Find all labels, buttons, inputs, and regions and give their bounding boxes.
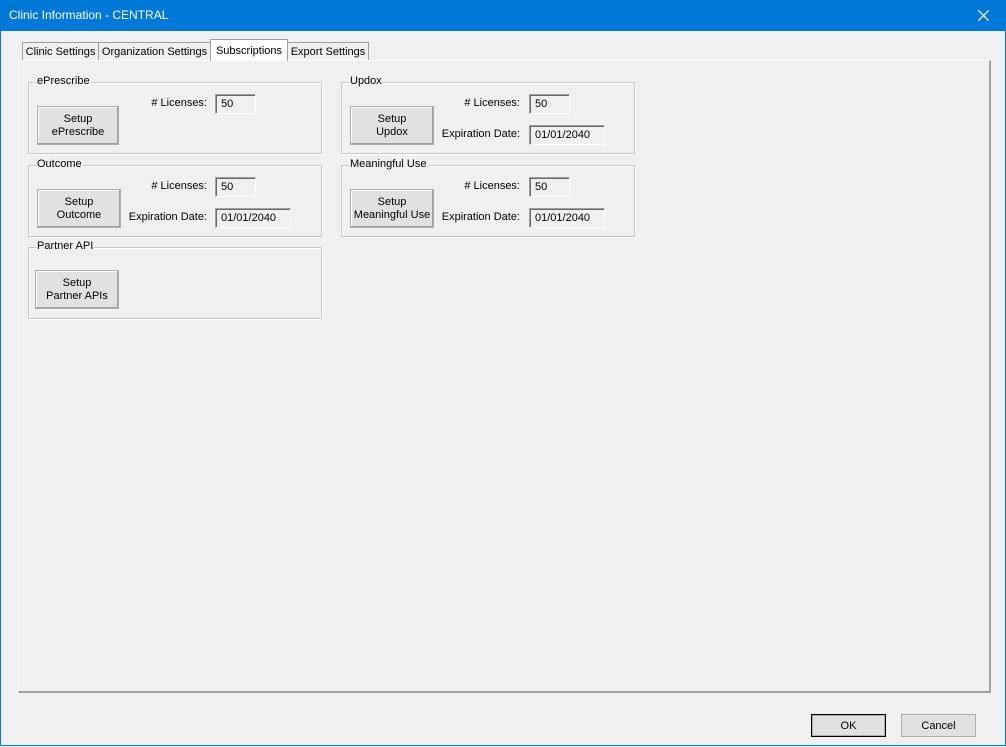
group-title: Partner API [36,240,95,252]
expiration-label: Expiration Date: [128,211,207,223]
ok-button[interactable]: OK [811,714,886,737]
licenses-label: # Licenses: [464,180,520,192]
window-title: Clinic Information - CENTRAL [9,8,169,22]
outcome-group: Outcome Setup Outcome # Licenses: 50 Exp… [28,158,322,237]
subscriptions-panel [18,60,991,693]
tab-clinic-settings[interactable]: Clinic Settings [22,42,99,61]
tab-organization-settings[interactable]: Organization Settings [98,42,211,61]
close-button[interactable] [960,0,1006,31]
licenses-label: # Licenses: [151,97,207,109]
tab-export-settings[interactable]: Export Settings [287,42,369,61]
licenses-label: # Licenses: [151,180,207,192]
tab-label: Clinic Settings [25,46,96,58]
expiration-field[interactable]: 01/01/2040 [529,208,605,228]
partner-api-group: Partner API Setup Partner APIs [28,240,322,319]
title-bar: Clinic Information - CENTRAL [0,0,1006,31]
tab-subscriptions[interactable]: Subscriptions [210,39,288,61]
licenses-field[interactable]: 50 [215,94,256,114]
licenses-label: # Licenses: [464,97,520,109]
expiration-label: Expiration Date: [441,128,520,140]
group-title: Updox [349,75,383,87]
updox-group: Updox Setup Updox # Licenses: 50 Expirat… [341,75,635,154]
group-title: Meaningful Use [349,158,428,170]
setup-meaningful-use-button[interactable]: Setup Meaningful Use [350,189,434,228]
tab-label: Organization Settings [101,46,208,58]
licenses-field[interactable]: 50 [529,177,570,197]
meaningful-use-group: Meaningful Use Setup Meaningful Use # Li… [341,158,635,237]
setup-partner-apis-button[interactable]: Setup Partner APIs [35,270,119,309]
expiration-label: Expiration Date: [441,211,520,223]
setup-outcome-button[interactable]: Setup Outcome [37,189,121,228]
setup-eprescribe-button[interactable]: Setup ePrescribe [37,106,119,145]
expiration-field[interactable]: 01/01/2040 [529,125,605,145]
licenses-field[interactable]: 50 [215,177,256,197]
eprescribe-group: ePrescribe Setup ePrescribe # Licenses: … [28,75,322,154]
close-icon [977,10,989,21]
group-title: Outcome [36,158,83,170]
setup-updox-button[interactable]: Setup Updox [350,106,434,145]
tab-label: Subscriptions [215,44,283,57]
group-title: ePrescribe [36,75,91,87]
licenses-field[interactable]: 50 [529,94,570,114]
tab-label: Export Settings [290,46,366,58]
cancel-button[interactable]: Cancel [901,714,976,737]
expiration-field[interactable]: 01/01/2040 [215,208,291,228]
